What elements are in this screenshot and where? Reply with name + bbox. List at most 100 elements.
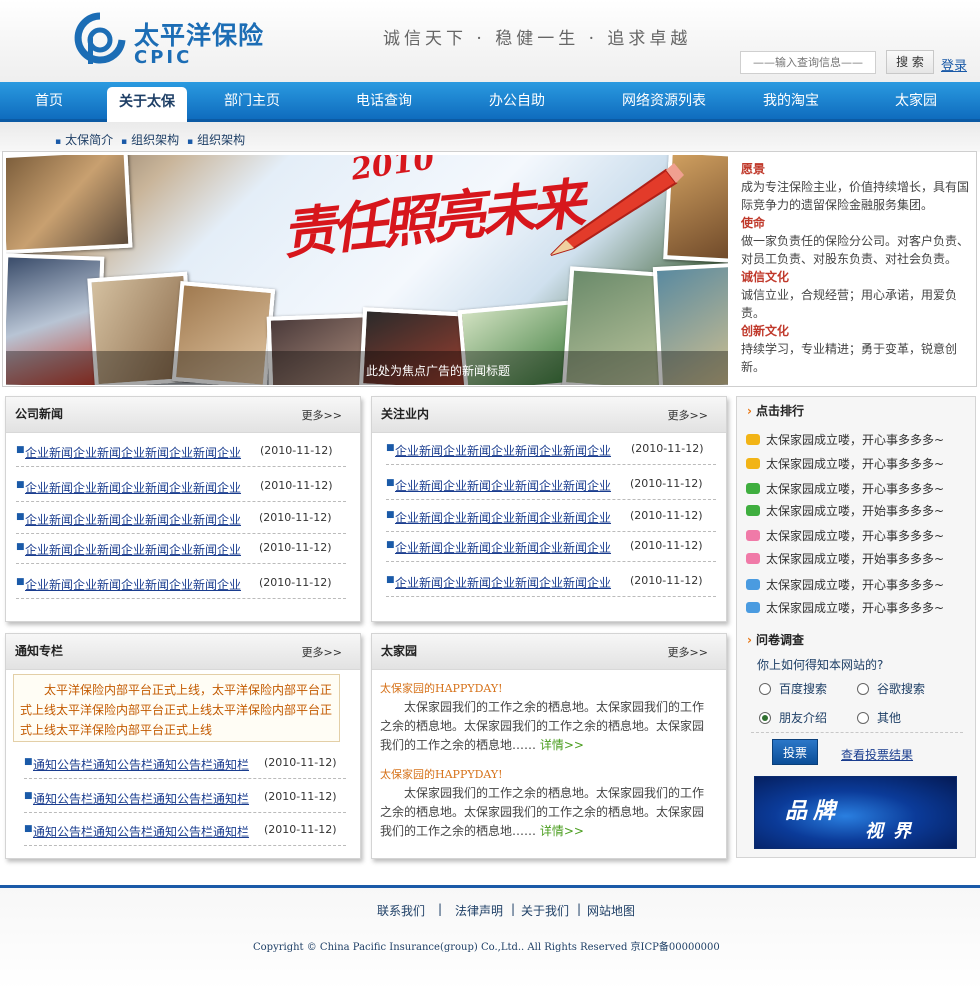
news-title[interactable]: 企业新闻企业新闻企业新闻企业新闻企业	[395, 477, 611, 494]
nav-resources[interactable]: 网络资源列表	[612, 82, 716, 122]
radio-button[interactable]	[857, 683, 869, 695]
news-title[interactable]: 企业新闻企业新闻企业新闻企业新闻企业	[395, 442, 611, 459]
banner-photo	[6, 155, 133, 255]
focus-banner[interactable]: 2010 责任照亮未来 此处为焦点广告的新闻标题	[6, 155, 728, 385]
news-item[interactable]: ■ 企业新闻企业新闻企业新闻企业新闻企业 (2010-11-12)	[386, 567, 716, 597]
brand-vision-banner[interactable]: 品牌 视界	[754, 776, 957, 849]
ranking-text[interactable]: 太保家园成立喽，开心事多多多~	[766, 433, 944, 447]
news-item[interactable]: ■ 企业新闻企业新闻企业新闻企业新闻企业 (2010-11-12)	[386, 435, 716, 465]
poll-option-other[interactable]: 其他	[857, 709, 901, 726]
bullet-icon: ■	[386, 510, 395, 520]
radio-button[interactable]	[857, 712, 869, 724]
notice-item[interactable]: ■ 通知公告栏通知公告栏通知公告栏通知栏 (2010-11-12)	[24, 816, 346, 846]
news-title[interactable]: 企业新闻企业新闻企业新闻企业新闻企业	[25, 541, 241, 558]
ranking-text[interactable]: 太保家园成立喽，开始事多多多~	[766, 552, 944, 566]
option-label: 朋友介绍	[779, 711, 828, 725]
family-post-text: 太保家园我们的工作之余的栖息地。太保家园我们的工作之余的栖息地。太保家园我们的工…	[380, 784, 710, 841]
news-title[interactable]: 企业新闻企业新闻企业新闻企业新闻企业	[25, 479, 241, 496]
vision-text: 成为专注保险主业，价值持续增长，具有国际竞争力的遗留保险金融服务集团。	[741, 180, 970, 212]
ranking-item[interactable]: 太保家园成立喽，开始事多多多~	[746, 550, 944, 567]
news-title[interactable]: 企业新闻企业新闻企业新闻企业新闻企业	[25, 444, 241, 461]
nav-phone-lookup[interactable]: 电话查询	[344, 82, 424, 122]
news-item[interactable]: ■ 企业新闻企业新闻企业新闻企业新闻企业 (2010-11-12)	[386, 502, 716, 532]
more-link[interactable]: 更多>>	[668, 644, 708, 660]
news-item[interactable]: ■ 企业新闻企业新闻企业新闻企业新闻企业 (2010-11-12)	[16, 534, 346, 564]
cpic-logo[interactable]: 太平洋保险 CPIC	[74, 10, 274, 70]
news-item[interactable]: ■ 企业新闻企业新闻企业新闻企业新闻企业 (2010-11-12)	[386, 532, 716, 562]
news-date: (2010-11-12)	[259, 576, 332, 589]
news-item[interactable]: ■ 企业新闻企业新闻企业新闻企业新闻企业 (2010-11-12)	[16, 437, 346, 467]
ranking-item[interactable]: 太保家园成立喽，开心事多多多~	[746, 455, 944, 472]
news-date: (2010-11-12)	[259, 511, 332, 524]
subnav-org-2[interactable]: 组织架构	[187, 131, 245, 148]
ranking-item[interactable]: 太保家园成立喽，开心事多多多~	[746, 599, 944, 616]
radio-button[interactable]	[759, 683, 771, 695]
notice-highlight[interactable]: 太平洋保险内部平台正式上线，太平洋保险内部平台正式上线太平洋保险内部平台正式上线…	[13, 674, 340, 742]
view-results-link[interactable]: 查看投票结果	[841, 746, 913, 763]
news-title[interactable]: 企业新闻企业新闻企业新闻企业新闻企业	[395, 539, 611, 556]
vote-button[interactable]: 投票	[772, 739, 818, 765]
ranking-item[interactable]: 太保家园成立喽，开心事多多多~	[746, 576, 944, 593]
nav-self-service[interactable]: 办公自助	[477, 82, 557, 122]
ranking-text[interactable]: 太保家园成立喽，开心事多多多~	[766, 578, 944, 592]
ranking-text[interactable]: 太保家园成立喽，开心事多多多~	[766, 601, 944, 615]
ranking-text[interactable]: 太保家园成立喽，开心事多多多~	[766, 482, 944, 496]
panel-header: 关注业内 更多>>	[372, 397, 726, 433]
arrow-icon: ›	[747, 633, 752, 647]
subnav-intro[interactable]: 太保简介	[55, 131, 113, 148]
bullet-icon: ■	[16, 445, 25, 455]
poll-option-baidu[interactable]: 百度搜索	[759, 680, 827, 697]
news-date: (2010-11-12)	[630, 574, 703, 587]
details-link[interactable]: 详情>>	[540, 824, 584, 838]
news-item[interactable]: ■ 企业新闻企业新闻企业新闻企业新闻企业 (2010-11-12)	[16, 569, 346, 599]
notice-item[interactable]: ■ 通知公告栏通知公告栏通知公告栏通知栏 (2010-11-12)	[24, 783, 346, 813]
more-link[interactable]: 更多>>	[302, 644, 342, 660]
notice-title[interactable]: 通知公告栏通知公告栏通知公告栏通知栏	[33, 823, 249, 840]
more-link[interactable]: 更多>>	[668, 407, 708, 423]
panel-title: 公司新闻	[15, 407, 64, 421]
footer-sitemap-link[interactable]: 网站地图	[587, 902, 635, 919]
login-link[interactable]: 登录	[941, 55, 967, 74]
details-link[interactable]: 详情>>	[540, 738, 584, 752]
footer-legal-link[interactable]: 法律声明	[455, 902, 503, 919]
footer-contact-link[interactable]: 联系我们	[377, 902, 425, 919]
family-panel: 太家园 更多>> 太保家园的HAPPYDAY! 太保家园我们的工作之余的栖息地。…	[371, 633, 727, 859]
nav-about[interactable]: 关于太保	[107, 87, 187, 123]
news-item[interactable]: ■ 企业新闻企业新闻企业新闻企业新闻企业 (2010-11-12)	[386, 470, 716, 500]
news-title[interactable]: 企业新闻企业新闻企业新闻企业新闻企业	[395, 509, 611, 526]
subnav-org-1[interactable]: 组织架构	[121, 131, 179, 148]
ranking-text[interactable]: 太保家园成立喽，开心事多多多~	[766, 457, 944, 471]
family-post-title[interactable]: 太保家园的HAPPYDAY!	[380, 680, 503, 696]
notice-title[interactable]: 通知公告栏通知公告栏通知公告栏通知栏	[33, 790, 249, 807]
family-post-title[interactable]: 太保家园的HAPPYDAY!	[380, 766, 503, 782]
banner-caption[interactable]: 此处为焦点广告的新闻标题	[366, 362, 510, 379]
news-item[interactable]: ■ 企业新闻企业新闻企业新闻企业新闻企业 (2010-11-12)	[16, 472, 346, 502]
search-button[interactable]: 搜 索	[886, 50, 934, 74]
footer-about-link[interactable]: 关于我们	[521, 902, 569, 919]
news-item[interactable]: ■ 企业新闻企业新闻企业新闻企业新闻企业 (2010-11-12)	[16, 504, 346, 534]
notice-title[interactable]: 通知公告栏通知公告栏通知公告栏通知栏	[33, 756, 249, 773]
poll-option-friend[interactable]: 朋友介绍	[759, 709, 827, 726]
innovation-title: 创新文化	[741, 324, 790, 338]
bullet-icon: ■	[386, 540, 395, 550]
ranking-text[interactable]: 太保家园成立喽，开始事多多多~	[766, 504, 944, 518]
ranking-text[interactable]: 太保家园成立喽，开心事多多多~	[766, 529, 944, 543]
poll-option-google[interactable]: 谷歌搜索	[857, 680, 925, 697]
notice-item[interactable]: ■ 通知公告栏通知公告栏通知公告栏通知栏 (2010-11-12)	[24, 749, 346, 779]
news-title[interactable]: 企业新闻企业新闻企业新闻企业新闻企业	[395, 574, 611, 591]
search-input[interactable]	[740, 51, 876, 74]
ranking-item[interactable]: 太保家园成立喽，开心事多多多~	[746, 431, 944, 448]
ranking-item[interactable]: 太保家园成立喽，开心事多多多~	[746, 480, 944, 497]
radio-button-selected[interactable]	[759, 712, 771, 724]
more-link[interactable]: 更多>>	[302, 407, 342, 423]
nav-my-taobao[interactable]: 我的淘宝	[751, 82, 831, 122]
industry-news-panel: 关注业内 更多>> ■ 企业新闻企业新闻企业新闻企业新闻企业 (2010-11-…	[371, 396, 727, 622]
ranking-item[interactable]: 太保家园成立喽，开心事多多多~	[746, 527, 944, 544]
nav-family[interactable]: 太家园	[880, 82, 952, 122]
nav-departments[interactable]: 部门主页	[212, 82, 292, 122]
news-title[interactable]: 企业新闻企业新闻企业新闻企业新闻企业	[25, 511, 241, 528]
panel-header: 公司新闻 更多>>	[6, 397, 360, 433]
news-title[interactable]: 企业新闻企业新闻企业新闻企业新闻企业	[25, 576, 241, 593]
ranking-item[interactable]: 太保家园成立喽，开始事多多多~	[746, 502, 944, 519]
nav-home[interactable]: 首页	[18, 82, 80, 122]
